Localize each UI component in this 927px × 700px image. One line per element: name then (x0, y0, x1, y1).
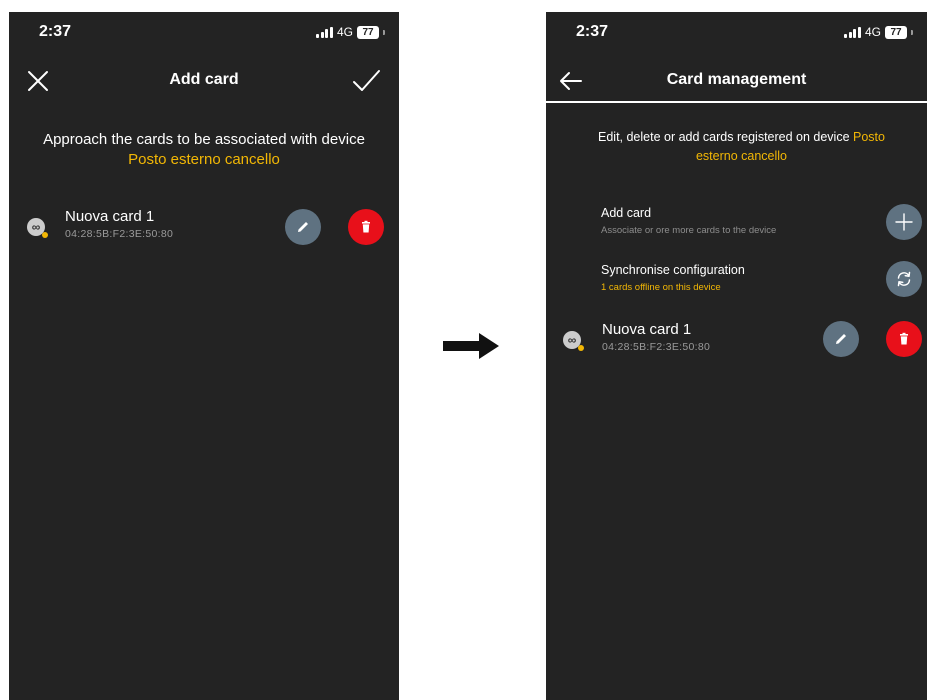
sync-button[interactable] (886, 261, 922, 297)
signal-icon (844, 26, 861, 38)
add-card-button[interactable] (886, 204, 922, 240)
comparison-stage: 2:37 4G 77 Add card Approach the cards t… (0, 0, 927, 700)
edit-button[interactable] (285, 209, 321, 245)
status-indicators: 4G 77 (316, 25, 385, 39)
add-card-option[interactable]: Add card Associate or ore more cards to … (546, 204, 927, 248)
status-time: 2:37 (39, 23, 72, 40)
battery-icon: 77 (885, 25, 907, 39)
intro-message: Approach the cards to be associated with… (43, 131, 365, 148)
card-management-screen: 2:37 4G 77 Card management Edit, delete … (546, 12, 927, 700)
intro-text: Approach the cards to be associated with… (21, 130, 387, 170)
battery-icon: 77 (357, 25, 379, 39)
status-bar: 2:37 4G 77 (9, 12, 399, 52)
card-list-item[interactable]: ∞ Nuova card 1 04:28:5B:F2:3E:50:80 (546, 319, 927, 359)
status-indicators: 4G 77 (844, 25, 913, 39)
page-title: Card management (666, 71, 807, 88)
network-label: 4G (864, 25, 881, 39)
page-title: Add card (169, 71, 239, 88)
battery-cap (911, 29, 913, 35)
option-subtitle: 1 cards offline on this device (601, 282, 721, 293)
card-name: Nuova card 1 (65, 208, 155, 225)
signal-icon (316, 26, 333, 38)
app-header: Add card (9, 60, 399, 100)
card-mac: 04:28:5B:F2:3E:50:80 (602, 341, 711, 353)
check-icon[interactable] (351, 66, 381, 96)
plus-icon (895, 213, 913, 231)
sync-icon (897, 271, 911, 287)
trash-icon (362, 220, 370, 233)
edit-button[interactable] (823, 321, 859, 357)
option-subtitle: Associate or ore more cards to the devic… (601, 225, 777, 236)
delete-button[interactable] (348, 209, 384, 245)
trash-icon (900, 332, 908, 345)
status-dot (578, 345, 584, 351)
option-title: Synchronise configuration (601, 263, 745, 277)
back-arrow-icon[interactable] (556, 66, 586, 96)
intro-message: Edit, delete or add cards registered on … (598, 130, 854, 144)
card-list-item[interactable]: ∞ Nuova card 1 04:28:5B:F2:3E:50:80 (9, 207, 399, 247)
battery-cap (383, 29, 385, 35)
delete-button[interactable] (886, 321, 922, 357)
add-card-screen: 2:37 4G 77 Add card Approach the cards t… (9, 12, 399, 700)
right-arrow-icon (443, 333, 499, 359)
pencil-icon (298, 222, 308, 232)
status-bar: 2:37 4G 77 (546, 12, 927, 52)
header-divider (546, 101, 927, 103)
status-time: 2:37 (576, 23, 609, 40)
network-label: 4G (336, 25, 353, 39)
app-header: Card management (546, 60, 927, 100)
intro-text: Edit, delete or add cards registered on … (576, 128, 907, 166)
option-title: Add card (601, 206, 652, 220)
device-name: Posto esterno cancello (128, 151, 280, 168)
close-icon[interactable] (23, 66, 53, 96)
sync-option[interactable]: Synchronise configuration 1 cards offlin… (546, 260, 927, 304)
pencil-icon (836, 334, 846, 344)
card-name: Nuova card 1 (602, 321, 692, 338)
status-dot (42, 232, 48, 238)
card-mac: 04:28:5B:F2:3E:50:80 (65, 228, 174, 240)
